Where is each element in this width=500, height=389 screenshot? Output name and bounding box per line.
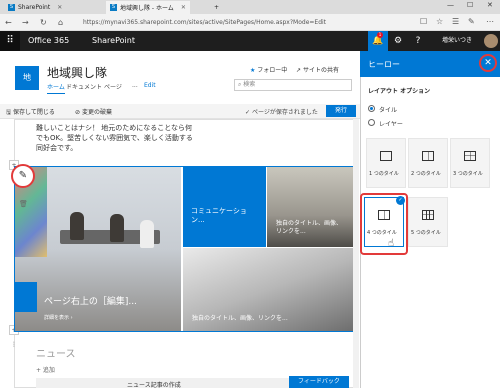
- back-icon[interactable]: ←: [5, 18, 12, 27]
- delete-webpart-trash-icon[interactable]: 🗑: [19, 200, 28, 208]
- help-icon[interactable]: ?: [408, 31, 428, 51]
- notes-icon[interactable]: ✎: [468, 17, 475, 26]
- radio-layer[interactable]: [368, 119, 375, 126]
- follow-label: フォロー中: [257, 67, 288, 74]
- office365-label[interactable]: Office 365: [28, 31, 69, 51]
- app-launcher-icon[interactable]: ⠿: [0, 31, 20, 51]
- layout-options-label: レイアウト オプション: [368, 88, 431, 95]
- nav-documents[interactable]: ドキュメント: [66, 82, 102, 91]
- tile-option-1-label: 1 つのタイル: [369, 171, 399, 177]
- drag-handle-icon[interactable]: ⋮: [9, 340, 19, 350]
- tile-3-title: 独自のタイトル、画像、リンクを...: [276, 220, 343, 235]
- two-tiles-icon: [422, 151, 434, 161]
- five-tiles-icon: [422, 210, 434, 220]
- browser-tab-bar: [0, 0, 500, 14]
- feedback-button[interactable]: フィードバック: [289, 376, 349, 388]
- sharepoint-favicon-icon: S: [8, 4, 15, 11]
- hero-image-person: [70, 212, 84, 240]
- nav-more[interactable]: ...: [132, 82, 138, 89]
- hero-title[interactable]: ページ右上の［編集]...: [44, 294, 137, 307]
- tile-option-5-label: 5 つのタイル: [411, 230, 441, 236]
- avatar[interactable]: [484, 34, 498, 48]
- search-input[interactable]: ⌕ 検索: [234, 79, 352, 91]
- gear-icon[interactable]: ⚙: [388, 31, 408, 51]
- hand-cursor-icon: ☝: [388, 238, 395, 249]
- tile-option-3-label: 3 つのタイル: [453, 171, 483, 177]
- tile-option-3[interactable]: [450, 138, 490, 188]
- new-tab-button[interactable]: +: [210, 1, 223, 14]
- tile-option-2[interactable]: [408, 138, 448, 188]
- discard-button[interactable]: ⊘ 変更の破棄: [75, 107, 112, 116]
- tile-option-1[interactable]: [366, 138, 406, 188]
- edit-webpart-pencil-icon[interactable]: ✎: [11, 164, 35, 188]
- tab-label: SharePoint: [18, 4, 51, 11]
- share-icon: ↗: [296, 67, 303, 74]
- more-icon[interactable]: ⋯: [486, 17, 494, 26]
- tile-option-2-label: 2 つのタイル: [411, 171, 441, 177]
- body-text[interactable]: 難しいことはナシ！ 地元のためになることなら何でもOK。堅苦しくない雰囲気で、楽…: [36, 123, 196, 153]
- add-news-button[interactable]: + 追加: [36, 365, 55, 374]
- save-close-label: 保存して閉じる: [13, 109, 55, 116]
- hero-image-person: [140, 220, 154, 248]
- nav-edit-link[interactable]: Edit: [144, 82, 156, 89]
- radio-tile-label: タイル: [379, 107, 398, 114]
- publish-button[interactable]: 発行: [326, 105, 356, 117]
- site-title: 地域興し隊: [47, 66, 108, 80]
- tile-option-5[interactable]: [408, 197, 448, 247]
- save-icon: 🖫: [6, 109, 14, 116]
- sharepoint-favicon-icon: S: [110, 4, 117, 11]
- browser-tab-active[interactable]: S 地域興し隊 - ホーム ✕: [106, 1, 190, 14]
- minimize-icon[interactable]: —: [447, 1, 454, 9]
- notification-badge: 1: [377, 32, 383, 38]
- discard-icon: ⊘: [75, 109, 82, 116]
- saved-status: ✓ ページが保存されました: [245, 107, 318, 116]
- follow-button[interactable]: ★ フォロー中: [250, 65, 287, 74]
- radio-layer-label: レイヤー: [379, 121, 403, 128]
- hero-accent-bar: [15, 282, 37, 312]
- three-tiles-icon: [464, 151, 476, 161]
- hero-see-details-link[interactable]: 詳細を表示 ›: [44, 314, 73, 321]
- close-pane-icon[interactable]: ✕: [479, 54, 497, 72]
- refresh-icon[interactable]: ↻: [40, 18, 47, 27]
- url-field[interactable]: https://mynavi365.sharepoint.com/sites/a…: [83, 17, 413, 28]
- tile-4-title: 独自のタイトル、画像、リンクを...: [192, 315, 288, 322]
- close-window-icon[interactable]: ✕: [487, 1, 493, 9]
- favorites-hub-icon[interactable]: ☰: [452, 17, 459, 26]
- check-icon: ✓: [245, 109, 252, 116]
- favorite-star-icon[interactable]: ☆: [436, 17, 443, 26]
- hero-tile-2[interactable]: コミュニケーション...: [183, 167, 266, 247]
- property-pane-title: ヒーロー: [368, 60, 400, 69]
- close-tab-icon[interactable]: ✕: [181, 4, 186, 11]
- site-logo: 地: [15, 66, 39, 90]
- close-tab-icon[interactable]: ✕: [57, 4, 62, 11]
- nav-home[interactable]: ホーム: [47, 82, 65, 94]
- vertical-scrollbar[interactable]: [353, 119, 359, 388]
- browser-tab-sharepoint[interactable]: S SharePoint ✕: [4, 1, 66, 14]
- news-section-title: ニュース: [36, 349, 76, 360]
- discard-label: 変更の破棄: [81, 109, 112, 116]
- share-site-button[interactable]: ↗ サイトの共有: [296, 65, 339, 74]
- share-label: サイトの共有: [302, 67, 339, 74]
- tab-label: 地域興し隊 - ホーム: [120, 5, 174, 12]
- maximize-icon[interactable]: ☐: [467, 1, 473, 9]
- forward-icon[interactable]: →: [22, 18, 29, 27]
- radio-tile[interactable]: [368, 105, 375, 112]
- tile-2-title: コミュニケーション...: [191, 207, 247, 224]
- saved-status-text: ページが保存されました: [251, 109, 318, 116]
- reading-view-icon[interactable]: ☐: [420, 17, 427, 26]
- home-icon[interactable]: ⌂: [58, 18, 63, 27]
- sharepoint-label[interactable]: SharePoint: [92, 31, 135, 51]
- search-placeholder: 検索: [243, 81, 256, 88]
- save-close-button[interactable]: 🖫 保存して閉じる: [6, 107, 55, 118]
- hero-image-person: [110, 214, 124, 242]
- user-name[interactable]: 増栄いつき: [442, 31, 472, 51]
- one-tile-icon: [380, 151, 392, 161]
- nav-pages[interactable]: ページ: [104, 82, 122, 91]
- selected-check-icon: ✓: [396, 196, 405, 205]
